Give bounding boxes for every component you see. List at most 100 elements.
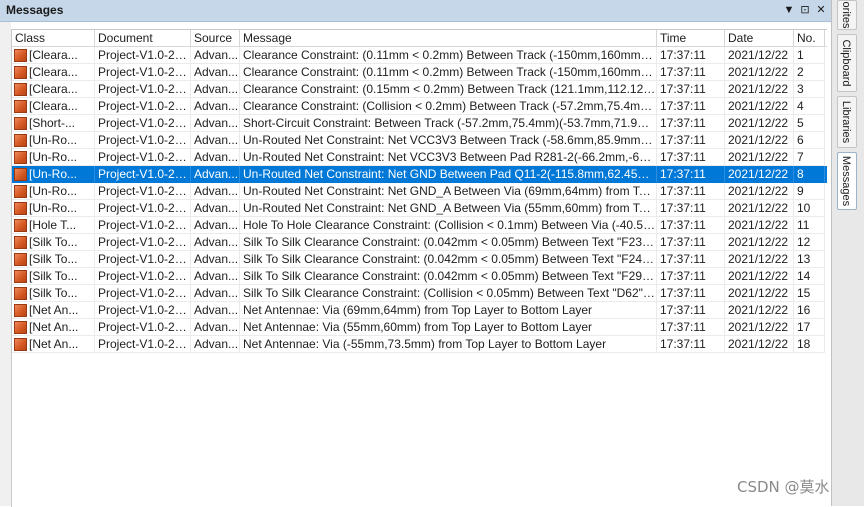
- table-row[interactable]: [Un-Ro... Project-V1.0-202... Advan... Un-R…: [12, 166, 827, 183]
- cell-time: 17:37:11: [657, 302, 725, 319]
- error-square-icon: [14, 338, 27, 351]
- table-row[interactable]: [Silk To... Project-V1.0-202... Advan... Si…: [12, 285, 827, 302]
- table-row[interactable]: [Un-Ro... Project-V1.0-202... Advan... Un-R…: [12, 200, 827, 217]
- cell-no-text: 3: [797, 82, 804, 96]
- tab-clipboard[interactable]: Clipboard: [837, 34, 857, 92]
- cell-date: 2021/12/22: [725, 132, 794, 149]
- cell-class: [Hole T...: [12, 217, 95, 234]
- table-row[interactable]: [Un-Ro... Project-V1.0-202... Advan... Un-R…: [12, 183, 827, 200]
- cell-time-text: 17:37:11: [660, 99, 706, 113]
- cell-date: 2021/12/22: [725, 336, 794, 353]
- table-row[interactable]: [Cleara... Project-V1.0-202... Advan... Cle…: [12, 64, 827, 81]
- cell-source-text: Advan...: [194, 218, 239, 232]
- cell-class-text: [Cleara...: [29, 99, 78, 113]
- cell-document-text: Project-V1.0-202...: [98, 99, 191, 113]
- cell-class: [Net An...: [12, 336, 95, 353]
- cell-document: Project-V1.0-202...: [95, 98, 191, 115]
- cell-message-text: Clearance Constraint: (0.15mm < 0.2mm) B…: [243, 82, 657, 96]
- cell-class-text: [Short-...: [29, 116, 76, 130]
- cell-message: Silk To Silk Clearance Constraint: (0.04…: [240, 234, 657, 251]
- cell-date-text: 2021/12/22: [728, 48, 789, 62]
- cell-time-text: 17:37:11: [660, 82, 706, 96]
- cell-time: 17:37:11: [657, 166, 725, 183]
- tab-favorites[interactable]: orites: [837, 0, 857, 30]
- error-square-icon: [14, 151, 27, 164]
- table-row[interactable]: [Cleara... Project-V1.0-202... Advan... Cle…: [12, 47, 827, 64]
- table-row[interactable]: [Silk To... Project-V1.0-202... Advan... Si…: [12, 234, 827, 251]
- messages-panel: Messages ▼ ⊡ ✕ Class Document Source Mes…: [0, 0, 831, 507]
- cell-date-text: 2021/12/22: [728, 116, 789, 130]
- cell-date: 2021/12/22: [725, 47, 794, 64]
- cell-document-text: Project-V1.0-202...: [98, 286, 191, 300]
- panel-title: Messages: [6, 3, 64, 17]
- column-header-date[interactable]: Date: [725, 30, 794, 46]
- cell-date: 2021/12/22: [725, 98, 794, 115]
- column-header-class[interactable]: Class: [12, 30, 95, 46]
- cell-class-text: [Cleara...: [29, 48, 78, 62]
- chevron-down-icon[interactable]: ▼: [783, 3, 795, 17]
- cell-document-text: Project-V1.0-202...: [98, 133, 191, 147]
- column-header-source[interactable]: Source: [191, 30, 240, 46]
- cell-class: [Net An...: [12, 302, 95, 319]
- cell-no-text: 9: [797, 184, 804, 198]
- cell-message-text: Net Antennae: Via (69mm,64mm) from Top L…: [243, 303, 593, 317]
- table-row[interactable]: [Cleara... Project-V1.0-202... Advan... Cle…: [12, 98, 827, 115]
- cell-time: 17:37:11: [657, 183, 725, 200]
- cell-no: 13: [794, 251, 825, 268]
- table-row[interactable]: [Cleara... Project-V1.0-202... Advan... Cle…: [12, 81, 827, 98]
- cell-message-text: Un-Routed Net Constraint: Net GND_A Betw…: [243, 201, 657, 215]
- cell-no: 6: [794, 132, 825, 149]
- table-row[interactable]: [Net An... Project-V1.0-202... Advan... Net…: [12, 336, 827, 353]
- cell-message: Un-Routed Net Constraint: Net VCC3V3 Bet…: [240, 132, 657, 149]
- cell-source: Advan...: [191, 200, 240, 217]
- cell-date-text: 2021/12/22: [728, 184, 789, 198]
- cell-class-text: [Hole T...: [29, 218, 77, 232]
- tab-messages-label: Messages: [840, 155, 852, 207]
- table-row[interactable]: [Hole T... Project-V1.0-202... Advan... Hol…: [12, 217, 827, 234]
- cell-class: [Cleara...: [12, 64, 95, 81]
- column-header-no[interactable]: No.: [794, 30, 825, 46]
- cell-time: 17:37:11: [657, 98, 725, 115]
- column-header-message[interactable]: Message: [240, 30, 657, 46]
- cell-message: Net Antennae: Via (55mm,60mm) from Top L…: [240, 319, 657, 336]
- pin-icon[interactable]: ⊡: [799, 3, 811, 17]
- table-row[interactable]: [Un-Ro... Project-V1.0-202... Advan... Un-R…: [12, 149, 827, 166]
- table-row[interactable]: [Un-Ro... Project-V1.0-202... Advan... Un-R…: [12, 132, 827, 149]
- column-header-time[interactable]: Time: [657, 30, 725, 46]
- table-row[interactable]: [Silk To... Project-V1.0-202... Advan... Si…: [12, 251, 827, 268]
- table-row[interactable]: [Silk To... Project-V1.0-202... Advan... Si…: [12, 268, 827, 285]
- cell-message-text: Short-Circuit Constraint: Between Track …: [243, 116, 657, 130]
- cell-date: 2021/12/22: [725, 302, 794, 319]
- cell-date: 2021/12/22: [725, 217, 794, 234]
- table-row[interactable]: [Net An... Project-V1.0-202... Advan... Net…: [12, 319, 827, 336]
- cell-document: Project-V1.0-202...: [95, 47, 191, 64]
- cell-message-text: Silk To Silk Clearance Constraint: (Coll…: [243, 286, 657, 300]
- cell-date-text: 2021/12/22: [728, 150, 789, 164]
- cell-source: Advan...: [191, 336, 240, 353]
- cell-no-text: 1: [797, 48, 804, 62]
- error-square-icon: [14, 83, 27, 96]
- cell-time: 17:37:11: [657, 285, 725, 302]
- watermark: CSDN @莫水: [737, 478, 830, 496]
- cell-class: [Net An...: [12, 319, 95, 336]
- cell-class-text: [Un-Ro...: [29, 184, 78, 198]
- tab-favorites-label: orites: [840, 1, 852, 29]
- cell-source-text: Advan...: [194, 320, 239, 334]
- column-header-document[interactable]: Document: [95, 30, 191, 46]
- left-gutter: [0, 22, 11, 506]
- cell-date: 2021/12/22: [725, 149, 794, 166]
- close-icon[interactable]: ✕: [815, 3, 827, 17]
- tab-messages[interactable]: Messages: [837, 152, 857, 210]
- cell-time-text: 17:37:11: [660, 184, 706, 198]
- cell-date-text: 2021/12/22: [728, 269, 789, 283]
- cell-message: Net Antennae: Via (-55mm,73.5mm) from To…: [240, 336, 657, 353]
- cell-time-text: 17:37:11: [660, 167, 706, 181]
- error-square-icon: [14, 134, 27, 147]
- cell-message-text: Hole To Hole Clearance Constraint: (Coll…: [243, 218, 657, 232]
- error-square-icon: [14, 100, 27, 113]
- tab-libraries[interactable]: Libraries: [837, 96, 857, 148]
- table-row[interactable]: [Short-... Project-V1.0-202... Advan... Sho…: [12, 115, 827, 132]
- cell-date-text: 2021/12/22: [728, 133, 789, 147]
- cell-message: Un-Routed Net Constraint: Net VCC3V3 Bet…: [240, 149, 657, 166]
- table-row[interactable]: [Net An... Project-V1.0-202... Advan... Net…: [12, 302, 827, 319]
